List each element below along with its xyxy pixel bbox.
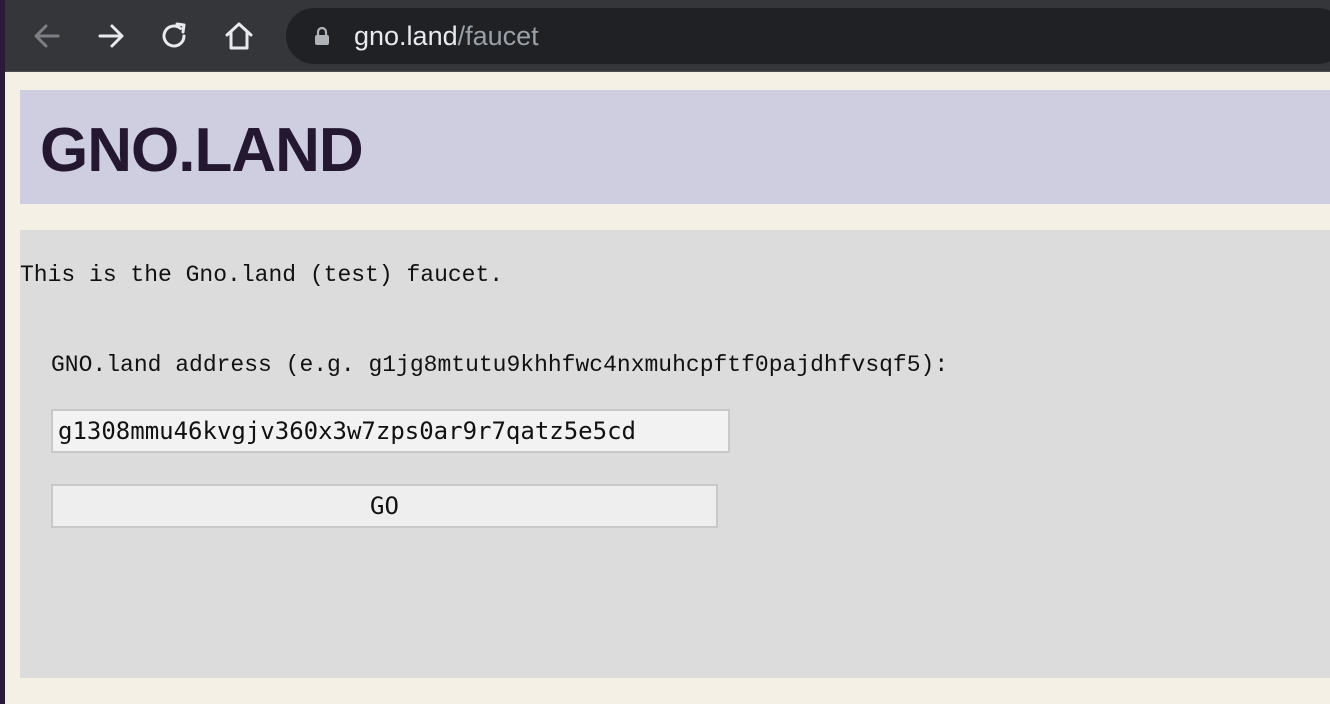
site-title[interactable]: GNO.LAND — [40, 90, 364, 204]
reload-button[interactable] — [155, 16, 195, 56]
reload-icon — [162, 22, 186, 48]
url-text: gno.land/faucet — [354, 8, 539, 64]
address-bar[interactable]: gno.land/faucet — [286, 8, 1330, 64]
go-button[interactable]: GO — [51, 484, 718, 528]
browser-toolbar: gno.land/faucet — [5, 0, 1330, 72]
site-header: GNO.LAND — [20, 90, 1330, 204]
address-input[interactable] — [51, 409, 730, 453]
faucet-panel: This is the Gno.land (test) faucet. GNO.… — [20, 230, 1330, 678]
home-icon — [225, 22, 253, 50]
back-arrow-icon — [34, 24, 60, 48]
forward-arrow-icon — [98, 24, 124, 48]
back-button[interactable] — [27, 16, 67, 56]
url-domain: gno.land — [354, 21, 458, 51]
window-edge — [0, 0, 5, 704]
home-button[interactable] — [219, 16, 259, 56]
address-label: GNO.land address (e.g. g1jg8mtutu9khhfwc… — [51, 352, 949, 378]
url-path: /faucet — [457, 21, 539, 51]
lock-icon — [315, 26, 329, 45]
forward-button[interactable] — [91, 16, 131, 56]
intro-text: This is the Gno.land (test) faucet. — [20, 262, 504, 288]
